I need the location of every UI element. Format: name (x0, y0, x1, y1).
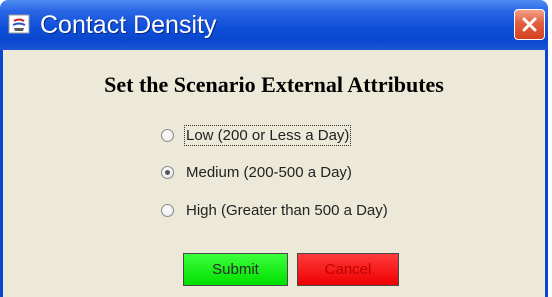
radio-label-low[interactable]: Low (200 or Less a Day) (183, 125, 352, 146)
radio-option-medium[interactable]: Medium (200-500 a Day) (161, 164, 352, 181)
java-app-icon (8, 13, 30, 35)
title-bar[interactable]: Contact Density (0, 0, 548, 50)
radio-option-high[interactable]: High (Greater than 500 a Day) (161, 202, 388, 219)
contact-density-dialog: Contact Density Set the Scenario Externa… (0, 0, 548, 297)
cancel-button[interactable]: Cancel (297, 253, 399, 286)
radio-medium[interactable] (161, 166, 174, 179)
radio-high[interactable] (161, 204, 174, 217)
radio-label-medium[interactable]: Medium (200-500 a Day) (186, 164, 352, 181)
radio-low[interactable] (161, 129, 174, 142)
submit-button[interactable]: Submit (183, 253, 288, 286)
dialog-body: Set the Scenario External Attributes Low… (0, 50, 548, 297)
close-icon (522, 17, 537, 32)
dialog-heading: Set the Scenario External Attributes (104, 72, 444, 97)
radio-label-high[interactable]: High (Greater than 500 a Day) (186, 202, 388, 219)
window-title: Contact Density (40, 11, 217, 39)
close-button[interactable] (514, 9, 545, 40)
radio-option-low[interactable]: Low (200 or Less a Day) (161, 125, 352, 146)
